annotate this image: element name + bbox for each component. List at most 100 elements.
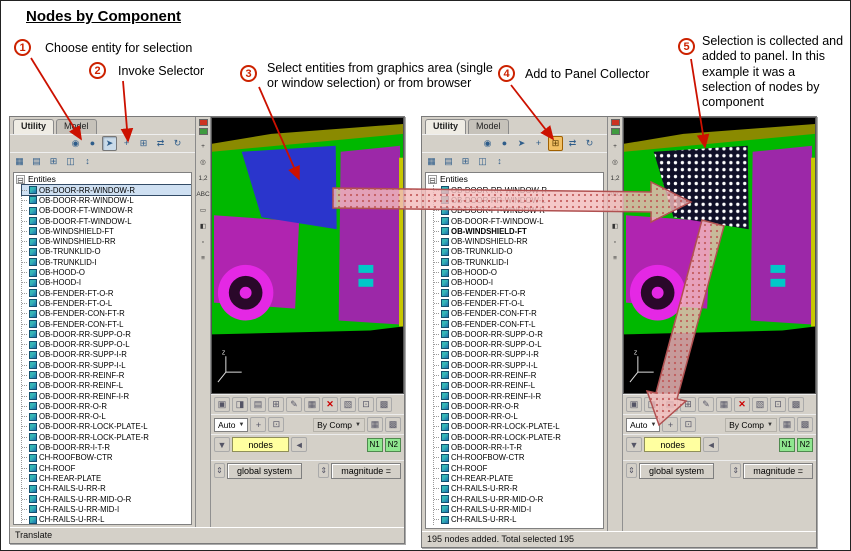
tree-item[interactable]: OB-DOOR-RR-O-R (434, 401, 603, 411)
graphics-tool-icon[interactable]: ⊡ (770, 397, 786, 412)
tab-utility[interactable]: Utility (425, 119, 466, 134)
tree-item[interactable]: OB-DOOR-RR-I-T-R (434, 442, 603, 452)
view-tool-icon[interactable]: ▫ (197, 237, 210, 250)
tree-item[interactable]: CH-RAILS-U-RR-MID-I (434, 504, 603, 514)
tree-item[interactable]: OB-DOOR-RR-SUPP-I-L (434, 360, 603, 370)
selection-tool-icon[interactable]: + (531, 136, 546, 151)
tree-item[interactable]: OB-DOOR-FT-WINDOW-L (22, 216, 191, 226)
tree-item[interactable]: OB-WINDSHIELD-FT (434, 226, 603, 236)
tree-item[interactable]: OB-HOOD-O (22, 267, 191, 277)
tree-item[interactable]: OB-FENDER-FT-O-L (22, 298, 191, 308)
tree-item[interactable]: OB-DOOR-RR-WINDOW-R (22, 185, 191, 195)
graphics-tool-icon[interactable]: ▤ (250, 397, 266, 412)
tree-item[interactable]: OB-DOOR-RR-LOCK-PLATE-R (22, 432, 191, 442)
filter-tool-icon[interactable]: ◫ (475, 154, 490, 169)
tree-item[interactable]: CH-ROOFBOW-CTR (434, 453, 603, 463)
tree-root[interactable]: ⊟ Entities (426, 173, 603, 185)
tree-item[interactable]: OB-DOOR-RR-O-L (22, 412, 191, 422)
tree-item[interactable]: OB-DOOR-RR-LOCK-PLATE-L (434, 422, 603, 432)
filter-tool-icon[interactable]: ↕ (80, 154, 95, 169)
selection-tool-icon[interactable]: ↻ (170, 136, 185, 151)
tree-item[interactable]: OB-DOOR-RR-I-T-R (22, 442, 191, 452)
tree-item[interactable]: CH-REAR-PLATE (22, 473, 191, 483)
view-tool-icon[interactable]: + (197, 141, 210, 154)
filter-tool-icon[interactable]: ▦ (12, 154, 27, 169)
selection-tool-icon[interactable]: ◉ (480, 136, 495, 151)
selection-tool-icon[interactable]: ➤ (514, 136, 529, 151)
view-tool-icon[interactable]: ABC (197, 189, 210, 202)
tree-item[interactable]: OB-DOOR-RR-LOCK-PLATE-L (22, 422, 191, 432)
view-tool-icon[interactable]: ◧ (197, 221, 210, 234)
tree-item[interactable]: CH-RAILS-U-RR-L (434, 515, 603, 525)
tree-item[interactable]: OB-FENDER-CON-FT-L (434, 319, 603, 329)
pan-icon[interactable]: + (662, 417, 678, 432)
selection-tool-icon[interactable]: + (119, 136, 134, 151)
graphics-tool-icon[interactable]: ▩ (376, 397, 392, 412)
panel-close-icon[interactable] (199, 119, 208, 126)
tree-item[interactable]: CH-RAILS-U-RR-R (434, 484, 603, 494)
tree-item[interactable]: OB-DOOR-RR-WINDOW-L (434, 195, 603, 205)
expander-icon[interactable]: ⊟ (16, 175, 25, 184)
graphics-tool-icon[interactable]: ▧ (340, 397, 356, 412)
tree-item[interactable]: OB-FENDER-FT-O-R (434, 288, 603, 298)
filter-tool-icon[interactable]: ⊞ (46, 154, 61, 169)
delete-icon[interactable]: ✕ (322, 397, 338, 412)
view-tool-icon[interactable]: ≡ (609, 253, 622, 266)
tree-item[interactable]: CH-ROOFBOW-CTR (22, 453, 191, 463)
view-tool-icon[interactable]: 1,2 (609, 173, 622, 186)
graphics-tool-icon[interactable]: ✎ (698, 397, 714, 412)
tree-item[interactable]: OB-DOOR-RR-SUPP-I-R (22, 350, 191, 360)
wire-cube-icon[interactable]: ▩ (385, 417, 401, 432)
tree-item[interactable]: OB-DOOR-RR-REINF-R (434, 370, 603, 380)
tree-item[interactable]: OB-DOOR-FT-WINDOW-L (434, 216, 603, 226)
fit-view-icon[interactable]: ⊡ (268, 417, 284, 432)
tab-model[interactable]: Model (468, 119, 509, 134)
panel-grid-icon[interactable] (199, 128, 208, 135)
tree-item[interactable]: OB-DOOR-RR-WINDOW-L (22, 195, 191, 205)
tree-item[interactable]: CH-ROOF (22, 463, 191, 473)
view-tool-icon[interactable]: + (609, 141, 622, 154)
tree-item[interactable]: OB-WINDSHIELD-FT (22, 226, 191, 236)
tree-item[interactable]: OB-DOOR-RR-REINF-L (434, 381, 603, 391)
tree-item[interactable]: OB-FENDER-CON-FT-R (22, 309, 191, 319)
tree-item[interactable]: CH-RAILS-U-RR-MID-O-R (22, 494, 191, 504)
tree-item[interactable]: CH-RAILS-U-RR-R (22, 484, 191, 494)
tree-item[interactable]: OB-DOOR-RR-SUPP-O-L (22, 339, 191, 349)
view-tool-icon[interactable]: ABC (609, 189, 622, 202)
n1-button[interactable]: N1 (779, 438, 795, 452)
shade-cube-icon[interactable]: ▦ (367, 417, 383, 432)
tree-item[interactable]: OB-DOOR-RR-REINF-I-R (434, 391, 603, 401)
shade-cube-icon[interactable]: ▦ (779, 417, 795, 432)
tree-item[interactable]: OB-DOOR-RR-SUPP-O-R (434, 329, 603, 339)
tree-item[interactable]: CH-RAILS-U-RR-MID-O-R (434, 494, 603, 504)
view-tool-icon[interactable]: ▫ (609, 237, 622, 250)
global-system-button[interactable]: global system (639, 463, 714, 479)
filter-tool-icon[interactable]: ▤ (29, 154, 44, 169)
global-system-button[interactable]: global system (227, 463, 302, 479)
graphics-tool-icon[interactable]: ⊞ (268, 397, 284, 412)
tree-item[interactable]: OB-DOOR-RR-REINF-R (22, 370, 191, 380)
tree-item[interactable]: CH-RAILS-U-RR-MID-I (22, 504, 191, 514)
tree-item[interactable]: OB-TRUNKLID-I (22, 257, 191, 267)
selection-tool-icon[interactable]: ● (85, 136, 100, 151)
panel-grid-icon[interactable] (611, 128, 620, 135)
selection-tool-icon[interactable]: ⊞ (548, 136, 563, 151)
graphics-tool-icon[interactable]: ▦ (304, 397, 320, 412)
graphics-area[interactable]: z (211, 117, 404, 394)
graphics-tool-icon[interactable]: ◨ (232, 397, 248, 412)
n1-button[interactable]: N1 (367, 438, 383, 452)
nodes-collector-button[interactable]: nodes (644, 437, 701, 452)
selection-tool-icon[interactable]: ↻ (582, 136, 597, 151)
magnitude-button[interactable]: magnitude = (743, 463, 813, 479)
view-tool-icon[interactable]: ▭ (197, 205, 210, 218)
tree-item[interactable]: OB-WINDSHIELD-RR (22, 236, 191, 246)
view-tool-icon[interactable]: 1,2 (197, 173, 210, 186)
tree-item[interactable]: CH-ROOF (434, 463, 603, 473)
selection-tool-icon[interactable]: ⇄ (565, 136, 580, 151)
tree-root[interactable]: ⊟ Entities (14, 173, 191, 185)
tree-item[interactable]: OB-FENDER-FT-O-L (434, 298, 603, 308)
tree-item[interactable]: OB-TRUNKLID-O (22, 247, 191, 257)
selection-tool-icon[interactable]: ➤ (102, 136, 117, 151)
spinner-icon[interactable]: ⇕ (318, 463, 329, 478)
tree-item[interactable]: OB-HOOD-I (434, 278, 603, 288)
